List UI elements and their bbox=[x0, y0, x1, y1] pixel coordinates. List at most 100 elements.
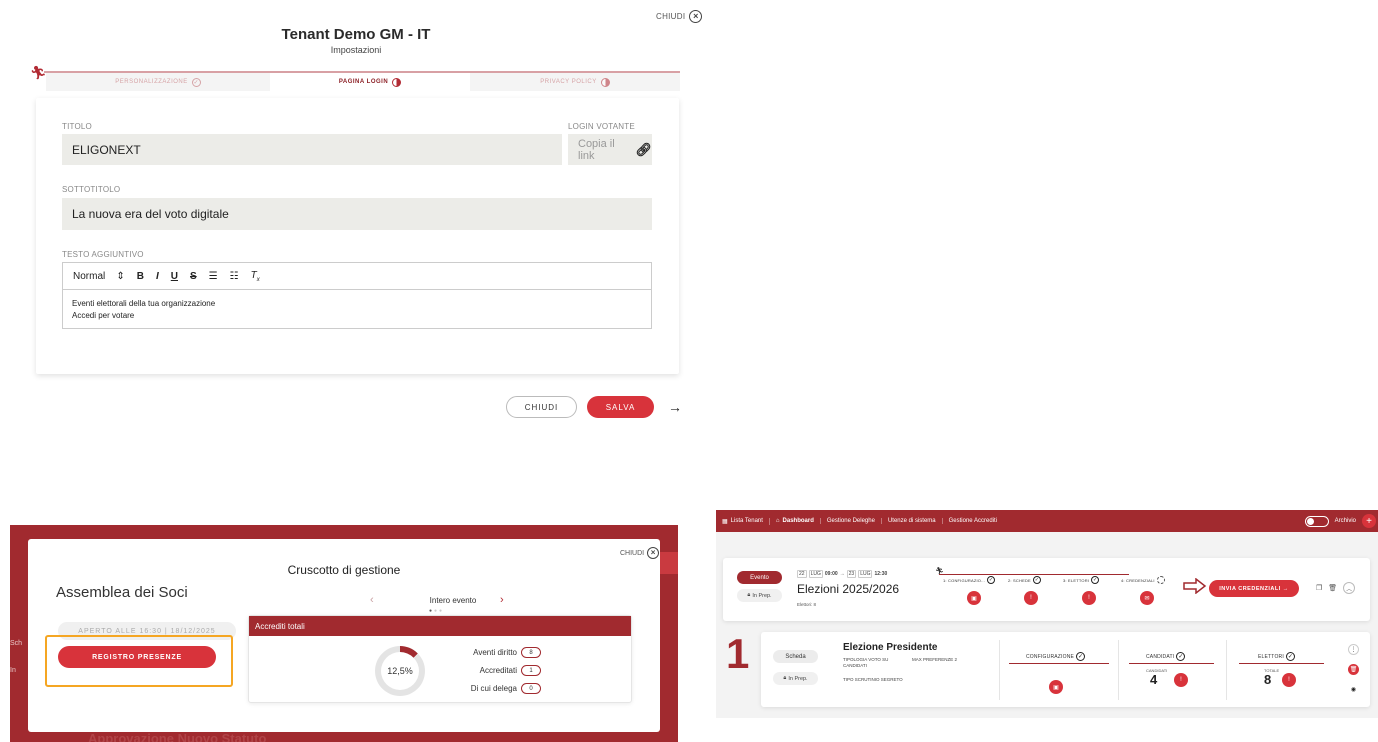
tab-privacy-policy[interactable]: PRIVACY POLICY bbox=[470, 73, 680, 91]
clear-format-icon[interactable]: Tx bbox=[251, 270, 260, 283]
trash-icon[interactable]: 🗑︎ bbox=[1328, 584, 1337, 592]
carousel-dots: ●●● bbox=[429, 608, 445, 614]
registro-presenze-button[interactable]: REGISTRO PRESENZE bbox=[58, 646, 216, 668]
accreditati-value: 1 bbox=[521, 665, 541, 676]
copy-icon[interactable]: ❐ bbox=[1316, 584, 1322, 592]
more-icon[interactable]: ⋮ bbox=[1348, 644, 1359, 655]
nav-label: Gestione Accrediti bbox=[948, 518, 997, 524]
steps-line bbox=[939, 574, 1129, 575]
step-configurazione[interactable]: 1: CONFIGURAZIO... ✓ bbox=[943, 576, 996, 584]
arrow-highlight-icon bbox=[1183, 578, 1207, 594]
strike-button[interactable]: S bbox=[190, 271, 197, 282]
close-label: CHIUDI bbox=[656, 12, 686, 21]
editor-line: Accedi per votare bbox=[72, 311, 135, 320]
close-button[interactable]: CHIUDI × bbox=[620, 547, 660, 559]
editor-toolbar: Normal ⇕ B I U S ☰ ☷ Tx bbox=[63, 263, 651, 290]
titolo-field[interactable]: ELIGONEXT bbox=[62, 134, 562, 165]
divider bbox=[1118, 640, 1119, 700]
nav-utenze-sistema[interactable]: Utenze di sistema bbox=[882, 518, 943, 524]
nav-gestione-accrediti[interactable]: Gestione Accrediti bbox=[943, 518, 1003, 524]
step-schede[interactable]: 2: SCHEDE ✓ bbox=[1008, 576, 1041, 584]
half-circle-icon bbox=[600, 77, 610, 87]
start-month: LUG bbox=[808, 570, 823, 578]
next-icon[interactable]: › bbox=[500, 594, 504, 606]
delete-icon[interactable]: 🗑︎ bbox=[1348, 664, 1359, 675]
bullet-list-icon[interactable]: ☷ bbox=[230, 271, 239, 282]
aventi-diritto-value: 8 bbox=[521, 647, 541, 658]
close-button[interactable]: CHIUDI × bbox=[656, 10, 703, 23]
check-circle-icon: ✓ bbox=[1032, 576, 1041, 584]
pending-circle-icon bbox=[1156, 576, 1165, 584]
event-elettori: Elettori: 8 bbox=[797, 602, 817, 607]
add-button[interactable]: + bbox=[1362, 514, 1376, 528]
col-label: CONFIGURAZIONE bbox=[1026, 653, 1075, 660]
elettori-alert-icon[interactable]: ! bbox=[1082, 591, 1096, 605]
step-elettori[interactable]: 3: ELETTORI ✓ bbox=[1063, 576, 1100, 584]
divider bbox=[1226, 640, 1227, 700]
step-credenziali[interactable]: 4: CREDENZIALI bbox=[1121, 576, 1165, 584]
lock-icon: 🔒︎ bbox=[747, 592, 751, 598]
nav-label: Gestione Deleghe bbox=[826, 518, 875, 524]
sottotitolo-field[interactable]: La nuova era del voto digitale bbox=[62, 198, 652, 230]
candidati-alert-icon[interactable]: ! bbox=[1174, 673, 1188, 687]
check-circle-icon: ✓ bbox=[1091, 576, 1100, 584]
format-select[interactable]: Normal ⇕ bbox=[73, 271, 125, 282]
grid-icon: ▦ bbox=[722, 518, 728, 525]
close-label: CHIUDI bbox=[620, 549, 645, 557]
italic-button[interactable]: I bbox=[156, 271, 159, 282]
check-circle-icon: ✓ bbox=[191, 77, 201, 87]
tab-personalizzazione[interactable]: PERSONALIZZAZIONE ✓ bbox=[46, 73, 270, 91]
step-label: 2: SCHEDE bbox=[1008, 577, 1031, 583]
archivio-toggle[interactable] bbox=[1304, 515, 1329, 527]
check-circle-icon: ✓ bbox=[1285, 652, 1295, 661]
col-line bbox=[1009, 663, 1109, 664]
prev-icon[interactable]: ‹ bbox=[370, 594, 374, 606]
chevron-up-icon[interactable]: ︿ bbox=[1343, 582, 1356, 594]
tab-pagina-login[interactable]: PAGINA LOGIN bbox=[270, 73, 470, 91]
status-badge: 🔒︎ In Prep. bbox=[773, 672, 818, 685]
accrediti-card: Accrediti totali 12,5% Aventi diritto 8 … bbox=[248, 615, 632, 703]
nav-lista-tenant[interactable]: ▦ Lista Tenant bbox=[716, 517, 770, 525]
config-action-icon[interactable]: ▣ bbox=[967, 591, 981, 605]
copy-link-button[interactable]: Copia il link 🔗︎ bbox=[568, 134, 652, 165]
config-action-icon[interactable]: ▣ bbox=[1049, 680, 1063, 694]
close-icon[interactable]: × bbox=[647, 547, 660, 559]
mail-icon[interactable]: ✉ bbox=[1140, 591, 1154, 605]
sottotitolo-value: La nuova era del voto digitale bbox=[72, 207, 229, 221]
runner-icon: 🏃︎ bbox=[30, 65, 47, 80]
col-label: CANDIDATI bbox=[1146, 653, 1175, 660]
titolo-label: TITOLO bbox=[62, 122, 92, 131]
start-time: 09:00 bbox=[824, 571, 838, 577]
start-day: 22 bbox=[797, 570, 807, 578]
nav-dashboard[interactable]: ⌂ Dashboard bbox=[770, 518, 821, 524]
chiudi-button[interactable]: CHIUDI bbox=[506, 396, 577, 418]
bold-button[interactable]: B bbox=[137, 271, 144, 282]
col-line bbox=[1129, 663, 1214, 664]
event-title: Elezioni 2025/2026 bbox=[797, 582, 900, 596]
schede-alert-icon[interactable]: ! bbox=[1024, 591, 1038, 605]
tipo-scrutinio: TIPO SCRUTINIO SEGRETO bbox=[843, 677, 903, 682]
underline-button[interactable]: U bbox=[171, 271, 178, 282]
archivio-label: Archivio bbox=[1334, 518, 1356, 524]
elettori-count: 8 bbox=[1264, 672, 1272, 687]
editor-body[interactable]: Eventi elettorali della tua organizzazio… bbox=[63, 290, 651, 330]
nav-gestione-deleghe[interactable]: Gestione Deleghe bbox=[821, 518, 882, 524]
tab-label: PRIVACY POLICY bbox=[540, 79, 597, 85]
rich-text-editor[interactable]: Normal ⇕ B I U S ☰ ☷ Tx Eventi elettoral… bbox=[62, 262, 652, 329]
arrow-right-icon[interactable]: → bbox=[668, 399, 682, 415]
elettori-alert-icon[interactable]: ! bbox=[1282, 673, 1296, 687]
salva-button[interactable]: SALVA bbox=[587, 396, 654, 418]
ordered-list-icon[interactable]: ☰ bbox=[209, 271, 218, 282]
page-subtitle: Impostazioni bbox=[330, 45, 382, 55]
settings-panel: CHIUDI × Tenant Demo GM - IT Impostazion… bbox=[0, 0, 720, 440]
cruscotto-panel: Sch In Approvazione Nuovo Statuto CHIUDI… bbox=[10, 525, 678, 742]
titolo-value: ELIGONEXT bbox=[72, 142, 141, 157]
invia-credenziali-button[interactable]: INVIA CREDENZIALI → bbox=[1209, 580, 1299, 597]
step-label: 3: ELETTORI bbox=[1063, 577, 1090, 583]
close-icon[interactable]: × bbox=[689, 10, 703, 23]
accrediti-header: Accrediti totali bbox=[249, 616, 631, 636]
eye-icon[interactable]: ◉ bbox=[1348, 684, 1359, 695]
tab-label: PERSONALIZZAZIONE bbox=[115, 79, 188, 85]
scheda-badge: Scheda bbox=[773, 650, 818, 663]
max-preferenze: MAX PREFERENZE 2 bbox=[912, 657, 958, 662]
